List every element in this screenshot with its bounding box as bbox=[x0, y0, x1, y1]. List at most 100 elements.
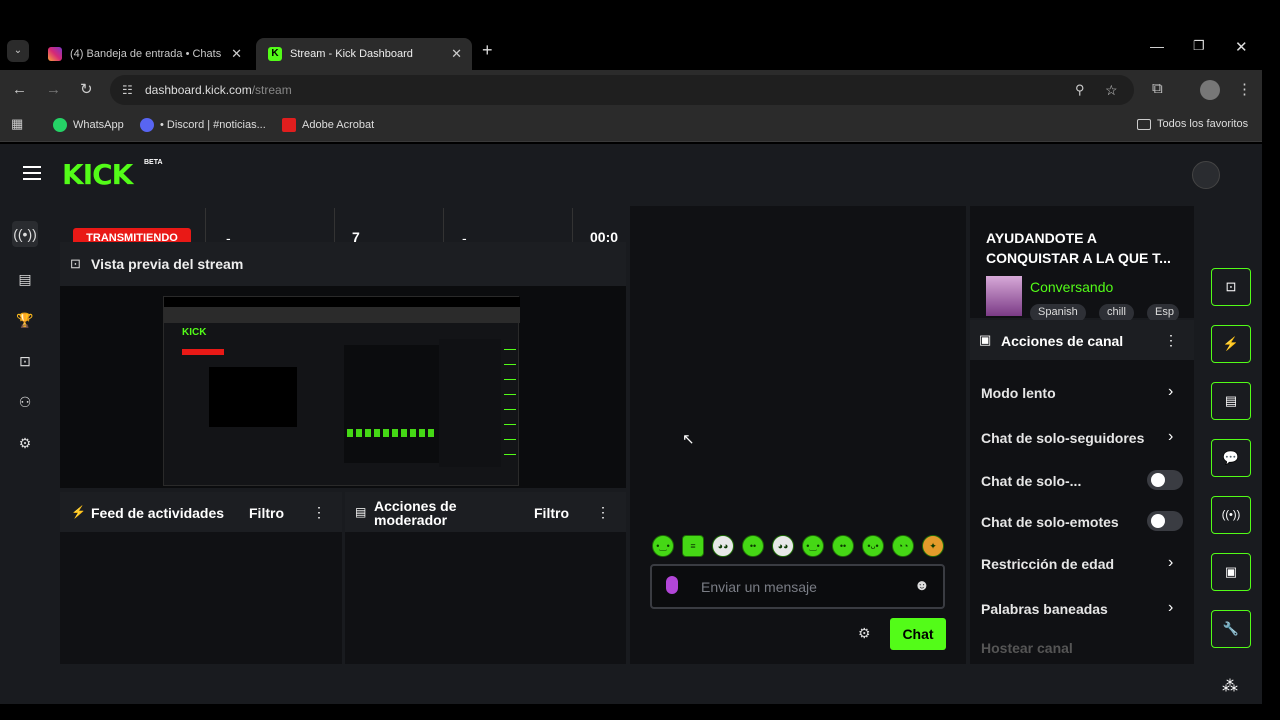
nav-stream-icon[interactable]: ((•)) bbox=[12, 221, 38, 247]
feed-title: Feed de actividades bbox=[91, 505, 225, 521]
zoom-icon[interactable]: ⚲ bbox=[1075, 75, 1085, 105]
kick-dashboard-page: KICK BETA ((•)) ▤ 🏆 ⊡ ⚇ ⚙ TRANSMITIENDO … bbox=[0, 144, 1262, 704]
chat-settings-icon[interactable]: ⚙ bbox=[858, 625, 871, 642]
address-bar[interactable]: ☷ dashboard.kick.com/stream ⚲ ☆ bbox=[110, 75, 1134, 105]
preview-header: ⊡ Vista previa del stream bbox=[60, 242, 626, 286]
feed-more-icon[interactable]: ⋮ bbox=[312, 504, 326, 521]
microphone-icon[interactable] bbox=[666, 576, 678, 594]
banned-words-row[interactable]: Palabras baneadas bbox=[981, 601, 1108, 617]
mod-title-line1: Acciones de bbox=[374, 498, 457, 514]
new-tab-button[interactable]: + bbox=[482, 40, 493, 61]
slow-mode-row[interactable]: Modo lento bbox=[981, 385, 1056, 401]
lightning-icon: ⚡ bbox=[71, 505, 86, 519]
emote-3[interactable]: ◕◕ bbox=[712, 535, 734, 557]
profile-avatar[interactable] bbox=[1200, 80, 1220, 100]
nav-trophy-icon[interactable]: 🏆 bbox=[12, 307, 38, 333]
quick-stream-button[interactable]: ((•)) bbox=[1211, 496, 1251, 534]
moderator-actions-panel: ▤ Acciones de moderador Filtro ⋮ bbox=[345, 492, 626, 664]
emotes-only-toggle[interactable] bbox=[1147, 511, 1183, 531]
emote-8[interactable]: •ᴗ• bbox=[862, 535, 884, 557]
quick-tools-button[interactable]: 🔧 bbox=[1211, 610, 1251, 648]
chat-send-button[interactable]: Chat bbox=[890, 618, 946, 650]
feed-filter-button[interactable]: Filtro bbox=[249, 505, 284, 521]
chat-input[interactable]: Enviar un mensaje ☻ bbox=[650, 564, 945, 609]
kick-header: KICK BETA bbox=[0, 144, 1262, 206]
quick-chat-button[interactable]: 💬 bbox=[1211, 439, 1251, 477]
quick-modlog-button[interactable]: ▤ bbox=[1211, 382, 1251, 420]
emote-5[interactable]: ◕◕ bbox=[772, 535, 794, 557]
quick-channel-actions-button[interactable]: ▣ bbox=[1211, 553, 1251, 591]
age-restriction-row[interactable]: Restricción de edad bbox=[981, 556, 1114, 572]
preview-icon: ⊡ bbox=[70, 256, 81, 271]
nav-analytics-icon[interactable]: ▤ bbox=[12, 266, 38, 292]
menu-icon[interactable]: ⋮ bbox=[1237, 80, 1252, 98]
stream-title-line2: CONQUISTAR A LA QUE T... bbox=[986, 250, 1171, 266]
all-bookmarks-label: Todos los favoritos bbox=[1157, 118, 1249, 130]
bookmark-adobe[interactable]: Adobe Acrobat bbox=[282, 118, 374, 132]
hamburger-menu-icon[interactable] bbox=[23, 166, 41, 180]
bookmark-whatsapp[interactable]: WhatsApp bbox=[53, 118, 124, 132]
chat-placeholder: Enviar un mensaje bbox=[701, 579, 817, 595]
mod-more-icon[interactable]: ⋮ bbox=[596, 504, 610, 521]
tab-title: Stream - Kick Dashboard bbox=[290, 48, 413, 60]
stream-category[interactable]: Conversando bbox=[1030, 279, 1113, 295]
discord-icon bbox=[140, 118, 154, 132]
tab-title: (4) Bandeja de entrada • Chats bbox=[70, 48, 222, 60]
chevron-right-icon: › bbox=[1168, 599, 1174, 616]
url-domain: dashboard.kick.com bbox=[145, 83, 252, 97]
browser-toolbar: ← → ↻ ☷ dashboard.kick.com/stream ⚲ ☆ ⧉ … bbox=[0, 70, 1262, 110]
mod-filter-button[interactable]: Filtro bbox=[534, 505, 569, 521]
forward-icon[interactable]: → bbox=[46, 81, 61, 98]
tab-instagram[interactable]: (4) Bandeja de entrada • Chats ✕ bbox=[36, 38, 252, 70]
emoji-icon[interactable]: ☻ bbox=[914, 577, 930, 594]
emote-10[interactable]: ✦ bbox=[922, 535, 944, 557]
stream-title-line1: AYUDANDOTE A bbox=[986, 230, 1097, 246]
nav-preview-icon[interactable]: ⊡ bbox=[12, 348, 38, 374]
mouse-cursor: ↖ bbox=[682, 431, 695, 448]
tab-kick-dashboard[interactable]: K Stream - Kick Dashboard ✕ bbox=[256, 38, 472, 70]
apps-icon[interactable]: ▦ bbox=[11, 116, 23, 132]
bookmark-discord[interactable]: • Discord | #noticias... bbox=[140, 118, 266, 132]
extensions-icon[interactable]: ⧉ bbox=[1152, 80, 1163, 97]
followers-only-row[interactable]: Chat de solo-seguidores bbox=[981, 430, 1144, 446]
tab-search-button[interactable]: ⌄ bbox=[7, 40, 29, 62]
nav-users-icon[interactable]: ⚇ bbox=[12, 389, 38, 415]
reload-icon[interactable]: ↻ bbox=[80, 80, 93, 98]
close-window-button[interactable]: ✕ bbox=[1235, 38, 1248, 56]
back-icon[interactable]: ← bbox=[12, 81, 27, 98]
instagram-icon bbox=[48, 47, 62, 61]
left-nav: ((•)) ▤ 🏆 ⊡ ⚇ ⚙ bbox=[10, 218, 46, 458]
activity-feed-panel: ⚡ Feed de actividades Filtro ⋮ bbox=[60, 492, 342, 664]
nav-settings-icon[interactable]: ⚙ bbox=[12, 430, 38, 456]
bookmark-star-icon[interactable]: ☆ bbox=[1105, 75, 1118, 105]
stream-preview-video[interactable]: KICK bbox=[163, 296, 520, 486]
emote-1[interactable]: •‿• bbox=[652, 535, 674, 557]
site-info-icon[interactable]: ☷ bbox=[122, 75, 133, 105]
host-channel-row[interactable]: Hostear canal bbox=[981, 640, 1073, 656]
kick-logo[interactable]: KICK bbox=[62, 158, 133, 191]
category-thumbnail bbox=[986, 276, 1022, 316]
close-tab-icon[interactable]: ✕ bbox=[231, 46, 242, 62]
emote-9[interactable]: ◔◔ bbox=[892, 535, 914, 557]
minimize-button[interactable]: — bbox=[1150, 38, 1164, 54]
chevron-right-icon: › bbox=[1168, 383, 1174, 400]
user-avatar[interactable] bbox=[1192, 161, 1220, 189]
close-tab-icon[interactable]: ✕ bbox=[451, 46, 462, 62]
emote-4[interactable]: •• bbox=[742, 535, 764, 557]
quick-activity-button[interactable]: ⚡ bbox=[1211, 325, 1251, 363]
all-bookmarks[interactable]: Todos los favoritos bbox=[1137, 118, 1248, 130]
quick-preview-button[interactable]: ⊡ bbox=[1211, 268, 1251, 306]
emote-6[interactable]: •‿• bbox=[802, 535, 824, 557]
bookmark-label: WhatsApp bbox=[73, 119, 124, 131]
document-icon: ▤ bbox=[355, 505, 367, 519]
stream-preview-panel: ⊡ Vista previa del stream KICK bbox=[60, 242, 626, 488]
layout-icon[interactable]: ⁂ bbox=[1222, 676, 1238, 696]
preview-title: Vista previa del stream bbox=[91, 256, 244, 272]
channel-actions-title: Acciones de canal bbox=[1001, 333, 1124, 349]
emote-2[interactable]: ≡ bbox=[682, 535, 704, 557]
restore-button[interactable]: ❐ bbox=[1193, 38, 1205, 54]
subscribers-only-toggle[interactable] bbox=[1147, 470, 1183, 490]
beta-badge: BETA bbox=[144, 159, 163, 166]
emote-7[interactable]: •• bbox=[832, 535, 854, 557]
channel-actions-more-icon[interactable]: ⋮ bbox=[1164, 332, 1178, 349]
